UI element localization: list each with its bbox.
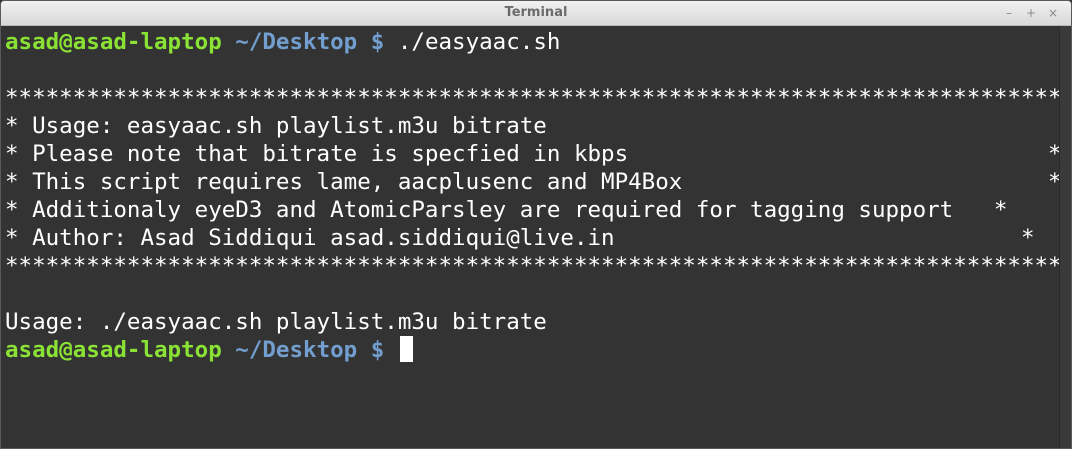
scrollbar[interactable] — [1059, 26, 1071, 448]
window-title: Terminal — [504, 5, 568, 20]
prompt-path: ~/Desktop $ — [221, 29, 385, 55]
command-text: ./easyaac.sh — [384, 29, 561, 55]
prompt-user: asad@asad-laptop — [5, 29, 222, 55]
close-icon[interactable]: × — [1045, 5, 1061, 21]
output-line: * Please note that bitrate is specfied i… — [5, 141, 1062, 167]
text-cursor — [399, 336, 413, 362]
output-line: * Usage: easyaac.sh playlist.m3u bitrate… — [5, 113, 1072, 139]
output-line: * This script requires lame, aacplusenc … — [5, 169, 1062, 195]
output-line: * Author: Asad Siddiqui asad.siddiqui@li… — [5, 225, 1035, 251]
output-line: * Additionaly eyeD3 and AtomicParsley ar… — [5, 197, 1008, 223]
prompt-line: asad@asad-laptop ~/Desktop $ ./easyaac.s… — [5, 28, 560, 56]
output-line: ****************************************… — [5, 85, 1062, 111]
prompt-user: asad@asad-laptop — [5, 337, 222, 363]
output-line: ****************************************… — [5, 253, 1062, 279]
prompt-path: ~/Desktop $ — [221, 337, 385, 363]
minimize-icon[interactable]: – — [1001, 5, 1017, 21]
output-line: Usage: ./easyaac.sh playlist.m3u bitrate — [5, 309, 547, 335]
command-text — [384, 337, 398, 363]
maximize-icon[interactable]: + — [1023, 5, 1039, 21]
prompt-line: asad@asad-laptop ~/Desktop $ — [5, 336, 413, 364]
terminal-output-area[interactable]: asad@asad-laptop ~/Desktop $ ./easyaac.s… — [1, 26, 1071, 448]
title-bar[interactable]: Terminal – + × — [1, 1, 1071, 26]
terminal-window: Terminal – + × asad@asad-laptop ~/Deskto… — [0, 0, 1072, 449]
